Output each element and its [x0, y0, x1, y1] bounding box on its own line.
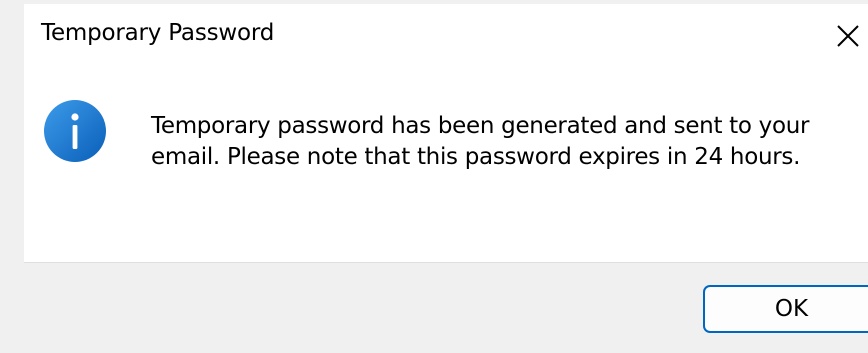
message-dialog: Temporary Password Temporary password ha…	[24, 4, 868, 353]
close-button[interactable]	[836, 18, 868, 54]
dialog-footer: OK	[24, 262, 868, 353]
ok-button[interactable]: OK	[703, 285, 868, 333]
ok-button-label: OK	[774, 296, 809, 322]
dialog-content: Temporary password has been generated an…	[24, 68, 868, 262]
title-bar: Temporary Password	[24, 4, 868, 68]
dialog-title: Temporary Password	[41, 20, 275, 46]
close-icon	[837, 25, 859, 47]
info-icon	[44, 100, 106, 162]
dialog-message: Temporary password has been generated an…	[151, 113, 810, 170]
